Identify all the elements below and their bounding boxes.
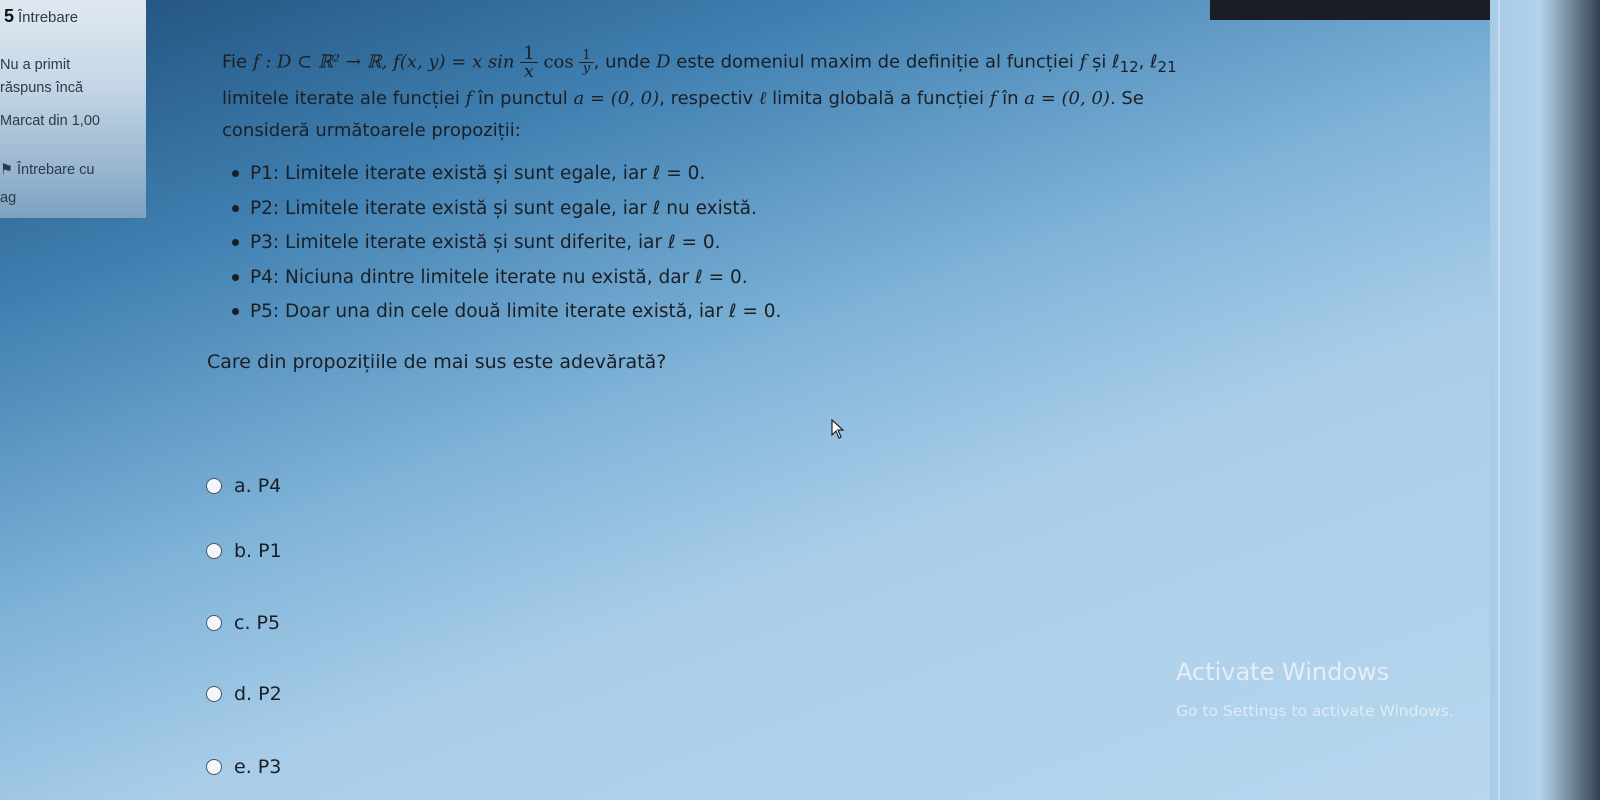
question-info-panel: 5 Întrebare Nu a primit răspuns încă Marc… <box>0 0 146 218</box>
option-c[interactable]: c. P5 <box>206 612 280 634</box>
proposition-item: P3: Limitele iterate există și sunt dife… <box>232 229 781 264</box>
activate-windows-subtitle: Go to Settings to activate Windows. <box>1176 702 1454 720</box>
option-e[interactable]: e. P3 <box>206 756 281 778</box>
question-text: Fie f : D ⊂ ℝ² → ℝ, f(x, y) = x sin 1x c… <box>222 45 1492 147</box>
activate-windows-title: Activate Windows <box>1176 658 1390 686</box>
radio-button[interactable] <box>206 543 222 559</box>
question-prompt: Care din propozițiile de mai sus este ad… <box>207 351 667 373</box>
radio-button[interactable] <box>206 615 222 631</box>
flag-question-link[interactable]: ⚑ Întrebare cu ag <box>0 156 94 212</box>
flag-icon: ⚑ <box>0 162 13 178</box>
radio-button[interactable] <box>206 478 222 494</box>
proposition-item: P5: Doar una din cele două limite iterat… <box>232 298 781 333</box>
flag-label: Întrebare cu ag <box>0 162 95 206</box>
proposition-item: P4: Niciuna dintre limitele iterate nu e… <box>232 264 781 299</box>
fraction-1-over-x: 1x <box>520 45 538 81</box>
proposition-item: P2: Limitele iterate există și sunt egal… <box>232 195 781 230</box>
radio-button[interactable] <box>206 759 222 775</box>
mouse-cursor-icon <box>831 419 845 439</box>
question-number: 5 Întrebare <box>4 6 79 26</box>
proposition-item: P1: Limitele iterate există și sunt egal… <box>232 160 781 195</box>
question-status: Nu a primit răspuns încă <box>0 57 84 96</box>
option-a[interactable]: a. P4 <box>206 475 281 497</box>
question-line-2: limitele iterate ale funcției f în punct… <box>222 88 1144 110</box>
divider-line <box>1498 0 1500 800</box>
screen-edge-shadow <box>1540 0 1600 800</box>
fraction-1-over-y: 1y <box>579 49 594 75</box>
radio-button[interactable] <box>206 686 222 702</box>
option-b[interactable]: b. P1 <box>206 540 282 562</box>
propositions-list: P1: Limitele iterate există și sunt egal… <box>232 160 781 333</box>
question-line-3: consideră următoarele propoziții: <box>222 120 521 142</box>
option-d[interactable]: d. P2 <box>206 683 282 705</box>
question-marks: Marcat din 1,00 <box>0 113 100 129</box>
question-line-1: Fie f : D ⊂ ℝ² → ℝ, f(x, y) = x sin 1x c… <box>222 43 1177 82</box>
